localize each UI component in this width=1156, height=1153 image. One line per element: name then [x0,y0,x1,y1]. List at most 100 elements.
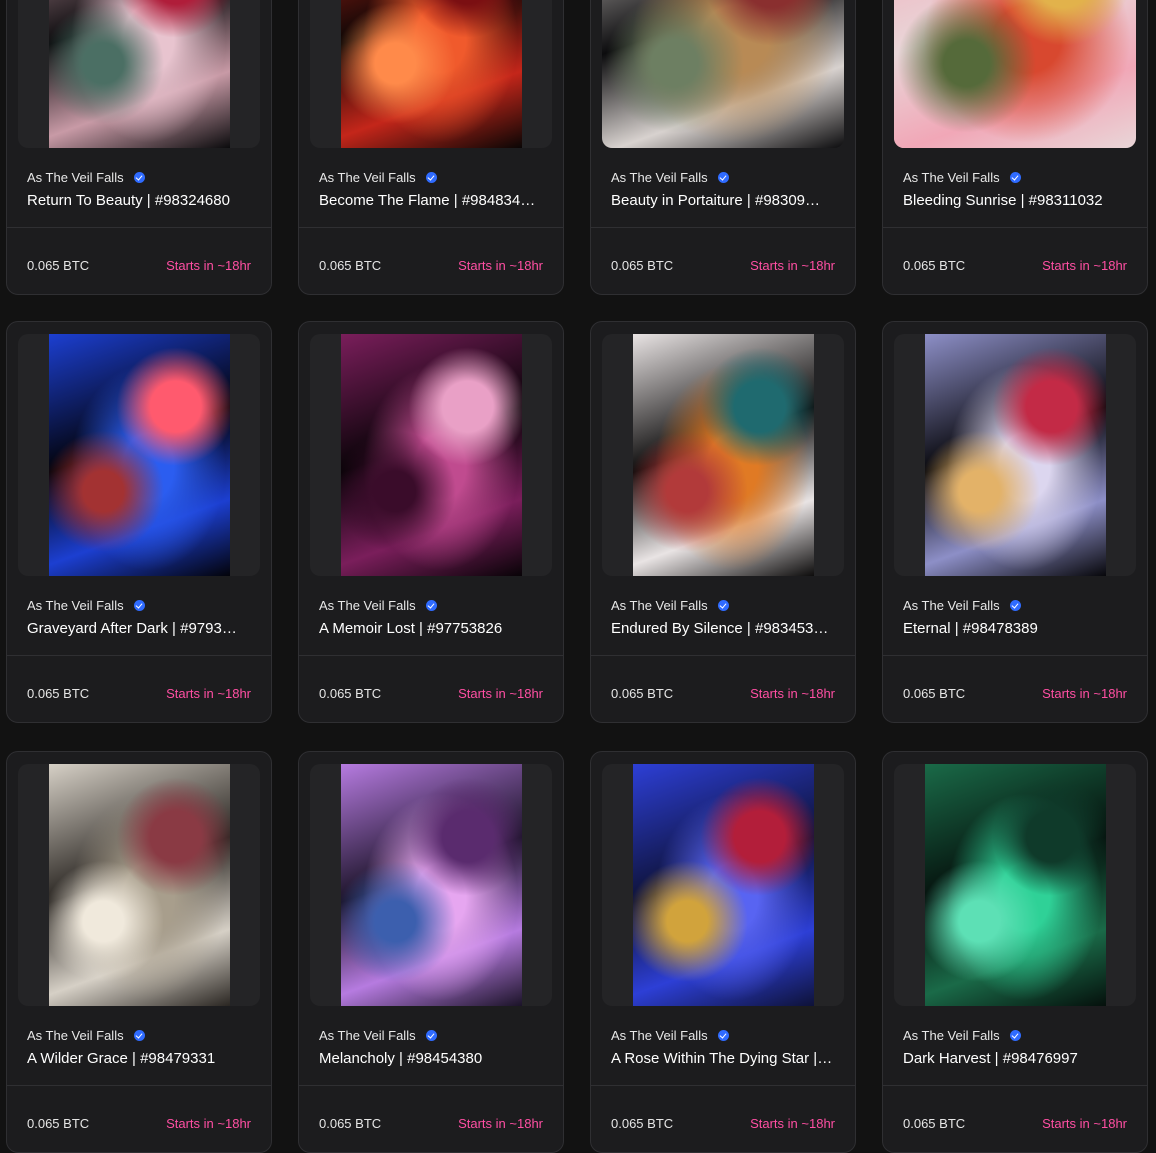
nft-card[interactable]: As The Veil Falls Return To Beauty | #983… [6,0,272,295]
artwork-title[interactable]: Melancholy | #98454380 [319,1050,545,1067]
artwork-image[interactable] [49,764,230,1006]
collection-name[interactable]: As The Veil Falls [319,170,437,185]
collection-name[interactable]: As The Veil Falls [27,1028,145,1043]
artwork-image[interactable] [341,0,522,148]
artwork-title[interactable]: Graveyard After Dark | #9793… [27,620,253,637]
collection-label: As The Veil Falls [903,170,1000,185]
collection-label: As The Veil Falls [27,1028,124,1043]
price-label: 0.065 BTC [903,1116,966,1131]
auction-start-status: Starts in ~18hr [458,686,543,701]
card-divider [299,227,563,228]
artwork-title[interactable]: A Wilder Grace | #98479331 [27,1050,253,1067]
price-label: 0.065 BTC [903,686,966,701]
artwork-frame [18,764,260,1006]
auction-start-status: Starts in ~18hr [458,1116,543,1131]
collection-name[interactable]: As The Veil Falls [27,170,145,185]
price-label: 0.065 BTC [27,1116,90,1131]
verified-badge-icon [133,1030,145,1041]
artwork-image[interactable] [633,764,814,1006]
nft-card[interactable]: As The Veil Falls Graveyard After Dark | … [6,321,272,723]
collection-label: As The Veil Falls [611,598,708,613]
card-divider [299,655,563,656]
artwork-image[interactable] [341,764,522,1006]
verified-badge-icon [717,172,729,183]
verified-badge-icon [425,600,437,611]
verified-badge-icon [425,172,437,183]
collection-name[interactable]: As The Veil Falls [903,1028,1021,1043]
auction-start-status: Starts in ~18hr [1042,258,1127,273]
verified-badge-icon [133,600,145,611]
artwork-title[interactable]: Dark Harvest | #98476997 [903,1050,1129,1067]
auction-start-status: Starts in ~18hr [458,258,543,273]
price-label: 0.065 BTC [611,686,674,701]
price-label: 0.065 BTC [611,1116,674,1131]
card-divider [883,655,1147,656]
collection-name[interactable]: As The Veil Falls [611,598,729,613]
artwork-image[interactable] [894,0,1136,148]
card-divider [591,227,855,228]
artwork-image[interactable] [602,0,844,148]
collection-label: As The Veil Falls [319,170,416,185]
nft-card[interactable]: As The Veil Falls Melancholy | #98454380 0… [298,751,564,1153]
artwork-title[interactable]: Beauty in Portaiture | #98309… [611,192,837,209]
collection-label: As The Veil Falls [27,598,124,613]
verified-badge-icon [1009,172,1021,183]
collection-name[interactable]: As The Veil Falls [319,598,437,613]
card-divider [7,227,271,228]
listing-grid: As The Veil Falls Return To Beauty | #983… [0,0,1156,1153]
artwork-title[interactable]: Become The Flame | #984834… [319,192,545,209]
artwork-frame [602,334,844,576]
card-divider [591,1085,855,1086]
nft-card[interactable]: As The Veil Falls Dark Harvest | #9847699… [882,751,1148,1153]
artwork-image[interactable] [925,334,1106,576]
auction-start-status: Starts in ~18hr [166,1116,251,1131]
collection-name[interactable]: As The Veil Falls [27,598,145,613]
price-label: 0.065 BTC [27,686,90,701]
artwork-image[interactable] [341,334,522,576]
artwork-frame [18,334,260,576]
nft-card[interactable]: As The Veil Falls Beauty in Portaiture | … [590,0,856,295]
collection-label: As The Veil Falls [611,170,708,185]
price-label: 0.065 BTC [319,1116,382,1131]
artwork-title[interactable]: Endured By Silence | #983453… [611,620,837,637]
nft-card[interactable]: As The Veil Falls A Memoir Lost | #977538… [298,321,564,723]
artwork-frame [894,334,1136,576]
artwork-image[interactable] [633,334,814,576]
collection-name[interactable]: As The Veil Falls [611,1028,729,1043]
nft-card[interactable]: As The Veil Falls A Wilder Grace | #98479… [6,751,272,1153]
card-divider [7,1085,271,1086]
artwork-image[interactable] [925,764,1106,1006]
nft-card[interactable]: As The Veil Falls Bleeding Sunrise | #983… [882,0,1148,295]
artwork-image[interactable] [49,0,230,148]
card-divider [883,1085,1147,1086]
nft-card[interactable]: As The Veil Falls Endured By Silence | #9… [590,321,856,723]
nft-card[interactable]: As The Veil Falls A Rose Within The Dying… [590,751,856,1153]
collection-name[interactable]: As The Veil Falls [903,598,1021,613]
collection-name[interactable]: As The Veil Falls [903,170,1021,185]
artwork-frame [18,0,260,148]
collection-label: As The Veil Falls [611,1028,708,1043]
nft-card[interactable]: As The Veil Falls Become The Flame | #984… [298,0,564,295]
card-divider [7,655,271,656]
artwork-frame [602,0,844,148]
artwork-frame [602,764,844,1006]
artwork-frame [310,764,552,1006]
collection-name[interactable]: As The Veil Falls [611,170,729,185]
card-divider [299,1085,563,1086]
collection-label: As The Veil Falls [903,598,1000,613]
auction-start-status: Starts in ~18hr [1042,686,1127,701]
nft-card[interactable]: As The Veil Falls Eternal | #98478389 0.06… [882,321,1148,723]
artwork-image[interactable] [49,334,230,576]
artwork-title[interactable]: A Rose Within The Dying Star |… [611,1050,837,1067]
card-divider [883,227,1147,228]
verified-badge-icon [1009,1030,1021,1041]
verified-badge-icon [1009,600,1021,611]
verified-badge-icon [717,1030,729,1041]
artwork-title[interactable]: Eternal | #98478389 [903,620,1129,637]
price-label: 0.065 BTC [27,258,90,273]
artwork-title[interactable]: Return To Beauty | #98324680 [27,192,253,209]
artwork-title[interactable]: A Memoir Lost | #97753826 [319,620,545,637]
artwork-title[interactable]: Bleeding Sunrise | #98311032 [903,192,1129,209]
collection-name[interactable]: As The Veil Falls [319,1028,437,1043]
auction-start-status: Starts in ~18hr [750,686,835,701]
